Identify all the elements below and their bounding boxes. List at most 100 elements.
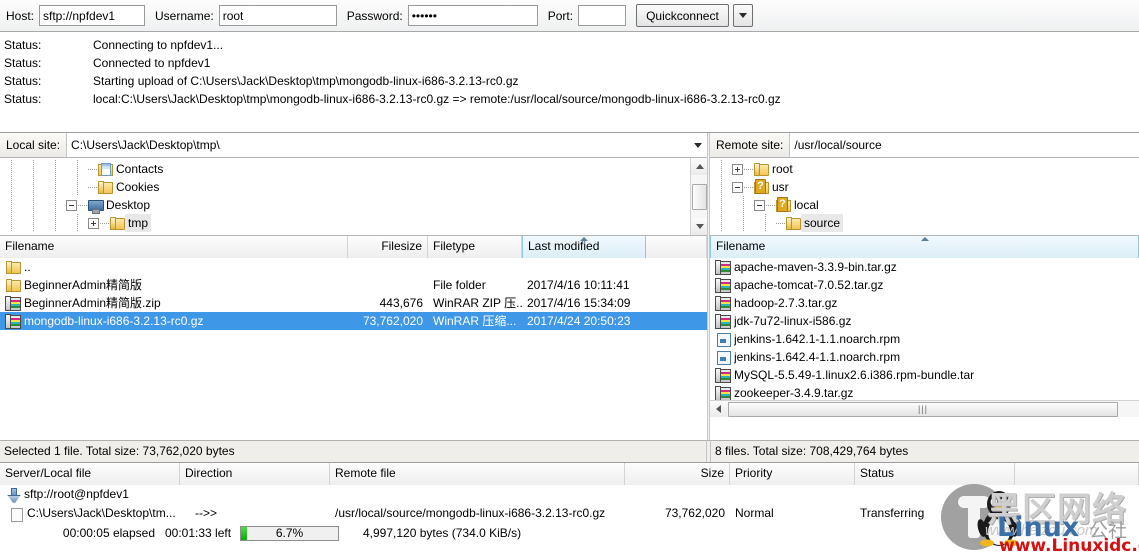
column-header-filename[interactable]: Filename <box>0 236 348 258</box>
column-header-last-modified[interactable]: Last modified <box>522 236 646 258</box>
local-site-path-input[interactable] <box>67 133 689 157</box>
local-pane: Local site: Contacts <box>0 133 707 462</box>
chevron-down-icon <box>738 13 747 18</box>
queue-progress-row: 00:00:05 elapsed 00:01:33 left 6.7% 4,99… <box>0 523 1139 543</box>
column-header-priority[interactable]: Priority <box>730 463 855 485</box>
tree-collapse-toggle[interactable] <box>754 199 765 211</box>
file-size <box>348 276 428 294</box>
queue-transfer-row[interactable]: C:\Users\Jack\Desktop\tm... -->> /usr/lo… <box>0 504 1139 523</box>
folder-contacts-icon <box>97 161 113 177</box>
scroll-thumb[interactable] <box>692 184 707 210</box>
file-modified: 2017/4/24 20:50:23 <box>527 314 631 328</box>
tree-node[interactable]: Desktop <box>0 196 689 214</box>
queue-server-row[interactable]: sftp://root@npfdev1 <box>0 485 1139 504</box>
column-header-size[interactable]: Size <box>625 463 730 485</box>
tree-expand-toggle[interactable] <box>732 163 743 175</box>
tree-node-label: source <box>801 214 844 232</box>
tree-collapse-toggle[interactable] <box>732 181 743 193</box>
password-label: Password: <box>346 8 403 23</box>
file-name: jdk-7u72-linux-i586.gz <box>734 314 852 328</box>
remote-file-list[interactable]: Filename apache-maven-3.3.9-bin.tar.gz a… <box>710 236 1139 417</box>
column-header-filename[interactable]: Filename <box>710 236 1139 258</box>
archive-icon <box>715 277 731 293</box>
column-header-filler <box>1015 463 1139 485</box>
tree-node[interactable]: usr <box>710 178 1139 196</box>
log-row: Status: local:C:\Users\Jack\Desktop\tmp\… <box>0 90 1139 108</box>
archive-icon <box>715 313 731 329</box>
local-site-dropdown[interactable] <box>689 133 707 157</box>
remote-list-header: Filename <box>710 236 1139 258</box>
folder-unknown-icon <box>775 197 791 213</box>
table-row[interactable]: BeginnerAdmin精简版 File folder 2017/4/16 1… <box>0 276 707 294</box>
column-header-server-local-file[interactable]: Server/Local file <box>0 463 180 485</box>
file-name: BeginnerAdmin精简版.zip <box>24 296 161 310</box>
tree-node-label: usr <box>772 180 789 194</box>
column-header-status[interactable]: Status <box>855 463 1015 485</box>
scroll-thumb[interactable]: ||| <box>728 401 1118 417</box>
log-message: local:C:\Users\Jack\Desktop\tmp\mongodb-… <box>93 92 781 106</box>
queue-header: Server/Local file Direction Remote file … <box>0 463 1139 485</box>
table-row[interactable]: apache-tomcat-7.0.52.tar.gz <box>710 276 1139 294</box>
local-directory-tree[interactable]: Contacts Cookies Desktop tmp <box>0 158 707 236</box>
file-name: hadoop-2.7.3.tar.gz <box>734 296 838 310</box>
password-input[interactable] <box>407 5 538 26</box>
scroll-down-icon[interactable] <box>691 218 707 235</box>
column-header-filesize[interactable]: Filesize <box>348 236 428 258</box>
tree-node[interactable]: Contacts <box>0 160 689 178</box>
table-row[interactable]: hadoop-2.7.3.tar.gz <box>710 294 1139 312</box>
queue-status: Transferring <box>860 506 925 520</box>
file-type: WinRAR 压缩... <box>433 314 517 328</box>
local-site-bar: Local site: <box>0 133 707 158</box>
tree-node-source[interactable]: source <box>710 214 1139 232</box>
pane-status-bars: Selected 1 file. Total size: 73,762,020 … <box>0 440 1139 462</box>
scroll-left-icon[interactable] <box>710 400 727 417</box>
table-row[interactable]: jenkins-1.642.1-1.1.noarch.rpm <box>710 330 1139 348</box>
file-size: 73,762,020 <box>362 314 423 328</box>
tree-node[interactable]: root <box>710 160 1139 178</box>
log-row: Status: Connecting to npfdev1... <box>0 36 1139 54</box>
column-header-filetype[interactable]: Filetype <box>428 236 522 258</box>
transfer-progress-bar: 6.7% <box>240 525 339 541</box>
quickconnect-history-dropdown[interactable] <box>732 4 753 27</box>
column-header-last-modified-label: Last modified <box>528 239 600 253</box>
folder-icon <box>109 215 125 231</box>
table-row[interactable]: BeginnerAdmin精简版.zip 443,676 WinRAR ZIP … <box>0 294 707 312</box>
column-header-remote-file[interactable]: Remote file <box>330 463 625 485</box>
tree-expand-toggle[interactable] <box>88 217 99 229</box>
quickconnect-button[interactable]: Quickconnect <box>636 4 729 27</box>
archive-icon <box>715 385 731 401</box>
remote-site-path-input[interactable] <box>790 133 1139 157</box>
progress-fill <box>241 526 248 540</box>
table-row[interactable]: apache-maven-3.3.9-bin.tar.gz <box>710 258 1139 276</box>
archive-icon <box>5 313 21 329</box>
local-tree-vertical-scrollbar[interactable] <box>690 158 707 235</box>
table-row[interactable]: jenkins-1.642.4-1.1.noarch.rpm <box>710 348 1139 366</box>
tree-node-tmp[interactable]: tmp <box>0 214 689 232</box>
tree-node[interactable]: Cookies <box>0 178 689 196</box>
remote-directory-tree[interactable]: root usr local <box>710 158 1139 236</box>
tree-node-label: Contacts <box>116 162 164 176</box>
port-input[interactable] <box>578 5 627 26</box>
log-message: Starting upload of C:\Users\Jack\Desktop… <box>93 74 519 88</box>
table-row-selected[interactable]: mongodb-linux-i686-3.2.13-rc0.gz 73,762,… <box>0 312 707 330</box>
local-file-list[interactable]: Filename Filesize Filetype Last modified… <box>0 236 707 438</box>
table-row[interactable]: jdk-7u72-linux-i586.gz <box>710 312 1139 330</box>
remote-pane: Remote site: root <box>710 133 1139 462</box>
remote-site-bar: Remote site: <box>710 133 1139 158</box>
scroll-up-icon[interactable] <box>691 158 707 175</box>
column-header-filename-label: Filename <box>716 239 766 253</box>
host-input[interactable] <box>39 5 146 26</box>
remote-list-horizontal-scrollbar[interactable]: ||| <box>710 400 1139 417</box>
server-icon <box>5 487 21 503</box>
username-input[interactable] <box>218 5 337 26</box>
table-row[interactable]: .. <box>0 258 707 276</box>
table-row[interactable]: MySQL-5.5.49-1.linux2.6.i386.rpm-bundle.… <box>710 366 1139 384</box>
log-key: Status: <box>4 38 42 52</box>
tree-node[interactable]: local <box>710 196 1139 214</box>
port-label: Port: <box>547 8 574 23</box>
message-log[interactable]: Status: Connecting to npfdev1... Status:… <box>0 32 1139 133</box>
chevron-down-icon <box>694 142 702 148</box>
file-modified: 2017/4/16 15:34:09 <box>527 296 631 310</box>
column-header-direction[interactable]: Direction <box>180 463 330 485</box>
tree-collapse-toggle[interactable] <box>66 199 77 211</box>
